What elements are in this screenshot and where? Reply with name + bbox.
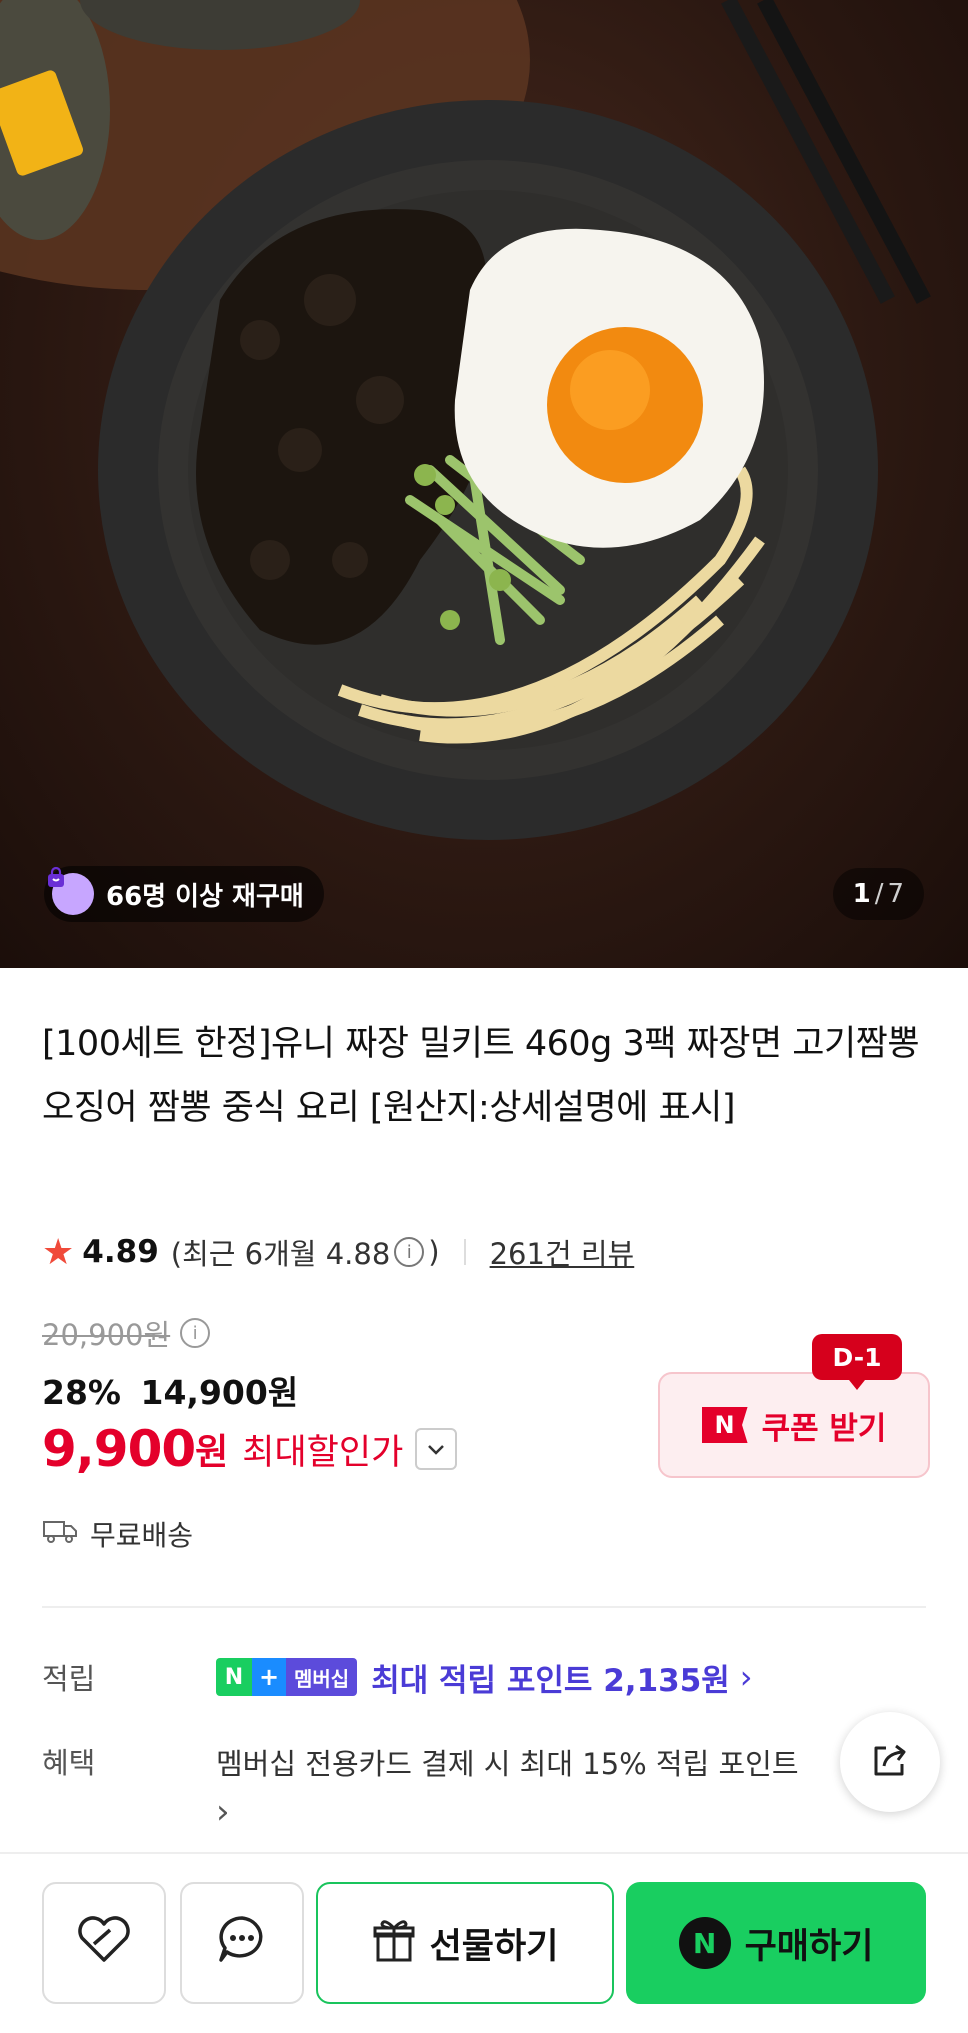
naver-pay-icon: N — [678, 1917, 731, 1969]
total-pages: 7 — [887, 879, 904, 909]
page-separator: / — [874, 879, 884, 909]
review-count-link[interactable]: 261건 리뷰 — [490, 1231, 635, 1273]
gift-button[interactable]: 선물하기 — [316, 1882, 614, 2004]
naver-plus-membership-badge: N + 멤버십 — [216, 1658, 358, 1696]
points-label: 적립 — [42, 1662, 96, 1696]
product-image[interactable]: 66명 이상 재구매 1 / 7 — [0, 0, 968, 968]
jjajang-photo — [0, 0, 931, 840]
dday-badge: D-1 — [812, 1334, 902, 1390]
recent-rating: (최근 6개월 4.88 — [170, 1237, 391, 1271]
repurchase-badge: 66명 이상 재구매 — [44, 866, 324, 922]
star-icon: ★ — [42, 1231, 75, 1273]
naver-n-icon: N — [701, 1407, 748, 1443]
benefit-row[interactable]: 혜택 멤버십 전용카드 결제 시 최대 15% 적립 포인트 › — [42, 1740, 926, 1837]
repurchase-label: 66명 이상 재구매 — [106, 881, 304, 912]
wishlist-button[interactable] — [42, 1882, 166, 2004]
chat-bubble-icon — [215, 1912, 269, 1975]
share-button[interactable] — [840, 1712, 940, 1812]
buy-button[interactable]: N 구매하기 — [626, 1882, 926, 2004]
original-price-row: 20,900원 i — [42, 1312, 211, 1354]
truck-icon — [42, 1517, 78, 1552]
divider — [463, 1239, 466, 1265]
rating-score: 4.89 — [82, 1234, 159, 1270]
info-icon[interactable]: i — [394, 1237, 425, 1267]
max-discount-price: 9,900 — [42, 1420, 196, 1478]
coupon-label: 쿠폰 받기 — [761, 1410, 887, 1447]
shopping-bag-icon — [48, 866, 94, 915]
price-info-icon[interactable]: i — [180, 1318, 211, 1348]
current-page: 1 — [852, 879, 871, 909]
chevron-right-icon: › — [216, 1792, 230, 1832]
points-text: 최대 적립 포인트 2,135원 — [371, 1662, 730, 1699]
shipping-row: 무료배송 — [42, 1514, 193, 1554]
max-discount-unit: 원 — [195, 1432, 229, 1473]
talk-button[interactable] — [180, 1882, 304, 2004]
image-page-indicator: 1 / 7 — [832, 868, 924, 920]
max-discount-label: 최대할인가 — [242, 1432, 404, 1473]
recent-rating-close: ) — [428, 1235, 440, 1269]
chevron-down-icon[interactable] — [415, 1428, 458, 1470]
shipping-label: 무료배송 — [90, 1519, 194, 1552]
heart-icon — [76, 1914, 132, 1973]
sale-price: 14,900원 — [140, 1373, 299, 1412]
chevron-right-icon: › — [739, 1658, 753, 1696]
share-icon — [868, 1738, 912, 1786]
rating-row: ★ 4.89 (최근 6개월 4.88 i ) 261건 리뷰 — [42, 1230, 634, 1274]
sale-price-row: 28% 14,900원 — [42, 1366, 298, 1414]
original-price: 20,900원 — [42, 1318, 171, 1352]
buy-label: 구매하기 — [744, 1926, 874, 1967]
points-row[interactable]: 적립 N + 멤버십 최대 적립 포인트 2,135원 › — [42, 1652, 926, 1702]
bottom-action-bar: 선물하기 N 구매하기 — [0, 1852, 968, 2033]
discount-percent: 28% — [42, 1373, 121, 1412]
section-divider — [42, 1606, 926, 1608]
gift-icon — [372, 1916, 416, 1971]
coupon-button[interactable]: N 쿠폰 받기 — [658, 1372, 930, 1478]
gift-label: 선물하기 — [429, 1926, 559, 1967]
benefit-label: 혜택 — [42, 1746, 96, 1780]
product-title: [100세트 한정]유니 짜장 밀키트 460g 3팩 짜장면 고기짬뽕 오징어… — [42, 1024, 920, 1128]
max-discount-row: 9,900 원 최대할인가 — [42, 1420, 458, 1478]
benefit-text: 멤버십 전용카드 결제 시 최대 15% 적립 포인트 — [216, 1747, 799, 1781]
